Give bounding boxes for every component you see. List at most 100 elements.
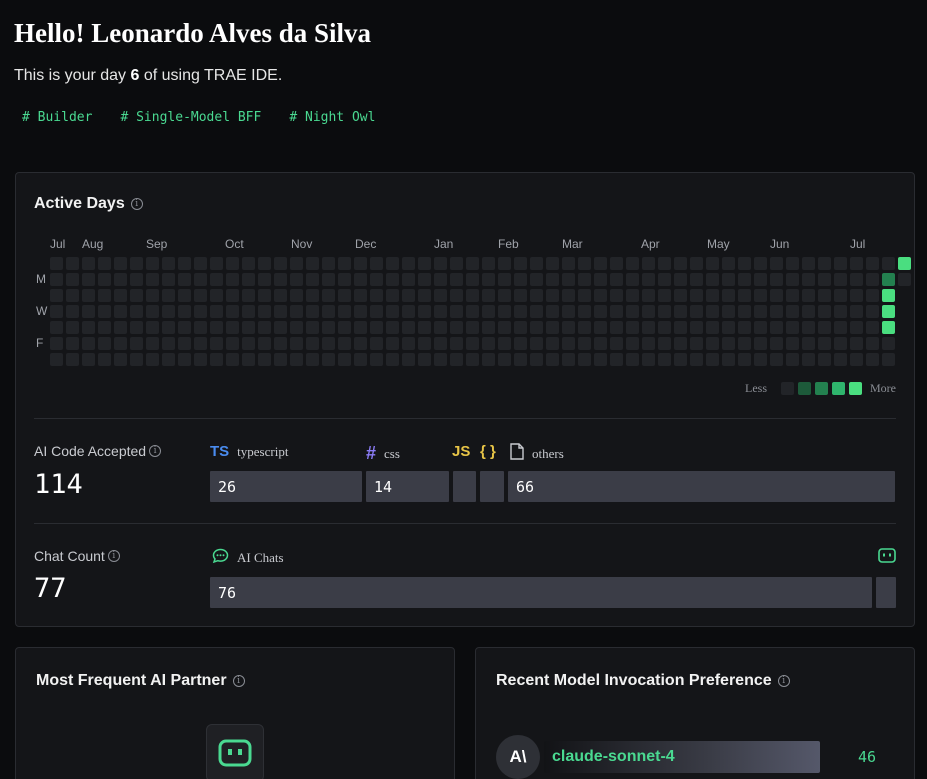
heatmap-cell[interactable]: [690, 337, 703, 350]
heatmap-cell[interactable]: [98, 353, 111, 366]
heatmap-cell[interactable]: [690, 353, 703, 366]
heatmap-cell[interactable]: [274, 289, 287, 302]
heatmap-cell[interactable]: [370, 321, 383, 334]
heatmap-cell[interactable]: [722, 305, 735, 318]
heatmap-cell[interactable]: [226, 353, 239, 366]
heatmap-cell[interactable]: [610, 273, 623, 286]
heatmap-cell[interactable]: [290, 257, 303, 270]
heatmap-cell[interactable]: [194, 273, 207, 286]
heatmap-cell[interactable]: [530, 289, 543, 302]
heatmap-cell[interactable]: [162, 257, 175, 270]
heatmap-cell[interactable]: [434, 257, 447, 270]
heatmap-cell[interactable]: [370, 273, 383, 286]
heatmap-cell[interactable]: [402, 337, 415, 350]
heatmap-cell[interactable]: [578, 289, 591, 302]
heatmap-cell[interactable]: [482, 321, 495, 334]
heatmap-cell[interactable]: [658, 289, 671, 302]
heatmap-cell[interactable]: [258, 337, 271, 350]
heatmap-cell[interactable]: [674, 257, 687, 270]
heatmap-cell[interactable]: [850, 353, 863, 366]
heatmap-cell[interactable]: [626, 321, 639, 334]
heatmap-cell[interactable]: [706, 353, 719, 366]
heatmap-cell[interactable]: [434, 353, 447, 366]
heatmap-cell[interactable]: [754, 257, 767, 270]
heatmap-cell[interactable]: [626, 289, 639, 302]
heatmap-cell[interactable]: [354, 337, 367, 350]
heatmap-cell[interactable]: [722, 273, 735, 286]
heatmap-cell[interactable]: [370, 289, 383, 302]
heatmap-cell[interactable]: [770, 337, 783, 350]
heatmap-cell[interactable]: [642, 273, 655, 286]
heatmap-cell[interactable]: [498, 289, 511, 302]
heatmap-cell[interactable]: [674, 353, 687, 366]
heatmap-cell[interactable]: [242, 257, 255, 270]
heatmap-cell[interactable]: [850, 273, 863, 286]
heatmap-cell[interactable]: [466, 289, 479, 302]
heatmap-cell[interactable]: [706, 321, 719, 334]
heatmap-cell[interactable]: [66, 337, 79, 350]
heatmap-cell[interactable]: [530, 321, 543, 334]
heatmap-cell[interactable]: [386, 257, 399, 270]
heatmap-cell[interactable]: [786, 289, 799, 302]
heatmap-cell[interactable]: [674, 321, 687, 334]
heatmap-cell[interactable]: [738, 273, 751, 286]
info-icon[interactable]: i: [777, 675, 790, 687]
heatmap-cell[interactable]: [322, 257, 335, 270]
heatmap-cell[interactable]: [306, 305, 319, 318]
heatmap-cell[interactable]: [610, 289, 623, 302]
heatmap-cell[interactable]: [418, 257, 431, 270]
heatmap-cell[interactable]: [498, 321, 511, 334]
heatmap-cell[interactable]: [818, 321, 831, 334]
heatmap-cell[interactable]: [226, 337, 239, 350]
info-icon[interactable]: i: [130, 198, 143, 210]
heatmap-cell[interactable]: [370, 305, 383, 318]
heatmap-cell[interactable]: [690, 321, 703, 334]
heatmap-cell[interactable]: [434, 337, 447, 350]
heatmap-cell[interactable]: [146, 353, 159, 366]
heatmap-cell[interactable]: [578, 337, 591, 350]
heatmap-cell[interactable]: [658, 321, 671, 334]
heatmap-cell[interactable]: [578, 257, 591, 270]
heatmap-cell[interactable]: [226, 273, 239, 286]
heatmap-cell[interactable]: [546, 273, 559, 286]
heatmap-cell[interactable]: [162, 289, 175, 302]
heatmap-cell[interactable]: [722, 353, 735, 366]
heatmap-cell[interactable]: [306, 337, 319, 350]
heatmap-cell[interactable]: [194, 337, 207, 350]
heatmap-cell[interactable]: [418, 353, 431, 366]
heatmap-cell[interactable]: [450, 289, 463, 302]
heatmap-cell[interactable]: [594, 273, 607, 286]
heatmap-cell[interactable]: [450, 321, 463, 334]
heatmap-cell[interactable]: [114, 273, 127, 286]
heatmap-cell[interactable]: [402, 289, 415, 302]
heatmap-cell[interactable]: [434, 273, 447, 286]
heatmap-cell[interactable]: [850, 321, 863, 334]
heatmap-cell[interactable]: [146, 305, 159, 318]
heatmap-cell[interactable]: [194, 289, 207, 302]
heatmap-cell[interactable]: [498, 337, 511, 350]
heatmap-cell[interactable]: [818, 289, 831, 302]
heatmap-cell[interactable]: [226, 289, 239, 302]
heatmap-cell[interactable]: [866, 257, 879, 270]
heatmap-cell[interactable]: [226, 321, 239, 334]
heatmap-cell[interactable]: [130, 337, 143, 350]
heatmap-cell[interactable]: [690, 273, 703, 286]
heatmap-cell[interactable]: [434, 305, 447, 318]
heatmap-cell[interactable]: [642, 337, 655, 350]
heatmap-cell[interactable]: [482, 337, 495, 350]
heatmap-cell[interactable]: [610, 257, 623, 270]
heatmap-cell[interactable]: [114, 289, 127, 302]
heatmap-cell[interactable]: [50, 305, 63, 318]
heatmap-cell[interactable]: [306, 289, 319, 302]
heatmap-cell[interactable]: [610, 321, 623, 334]
heatmap-cell[interactable]: [610, 305, 623, 318]
heatmap-cell[interactable]: [802, 305, 815, 318]
heatmap-cell[interactable]: [50, 337, 63, 350]
heatmap-cell[interactable]: [386, 353, 399, 366]
heatmap-cell[interactable]: [818, 353, 831, 366]
heatmap-cell[interactable]: [146, 337, 159, 350]
heatmap-cell[interactable]: [322, 321, 335, 334]
heatmap-cell[interactable]: [770, 321, 783, 334]
heatmap-cell[interactable]: [386, 305, 399, 318]
heatmap-cell[interactable]: [178, 337, 191, 350]
